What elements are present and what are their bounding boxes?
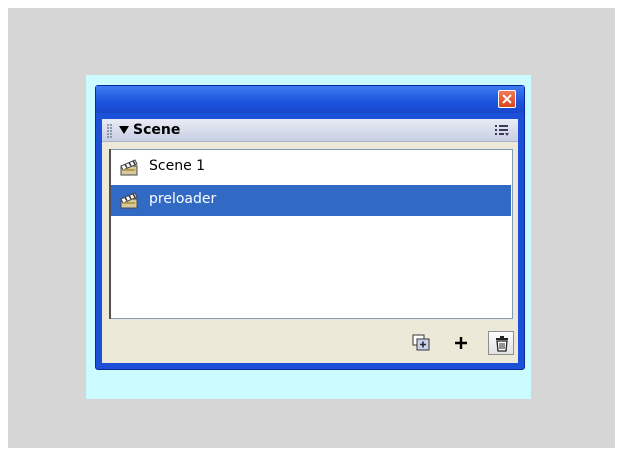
scene-panel-window: Scene Scene 1 preloader <box>95 85 525 370</box>
duplicate-scene-button[interactable] <box>408 331 434 355</box>
panel-toolbar <box>102 323 518 363</box>
panel-options-icon[interactable] <box>494 124 510 137</box>
add-scene-icon <box>455 337 467 349</box>
clapperboard-icon <box>120 159 138 176</box>
add-scene-button[interactable] <box>448 331 474 355</box>
scene-list-item[interactable]: Scene 1 <box>111 152 511 183</box>
duplicate-scene-icon <box>412 334 430 351</box>
window-titlebar[interactable] <box>96 86 524 113</box>
scene-label: Scene 1 <box>149 158 206 174</box>
scene-label: preloader <box>149 191 217 207</box>
close-icon <box>502 94 512 104</box>
collapse-arrow-icon[interactable] <box>119 126 129 134</box>
delete-scene-button[interactable] <box>488 331 514 355</box>
scene-list[interactable]: Scene 1 preloader <box>109 149 513 319</box>
delete-scene-icon <box>496 336 508 352</box>
panel-header[interactable]: Scene <box>102 119 518 142</box>
scene-list-item-selected[interactable]: preloader <box>111 185 511 216</box>
list-left-edge <box>109 149 111 319</box>
close-button[interactable] <box>498 90 516 108</box>
clapperboard-icon <box>120 192 138 209</box>
drag-grip-icon[interactable] <box>107 124 113 138</box>
panel-title: Scene <box>133 122 181 138</box>
scene-panel: Scene Scene 1 preloader <box>102 119 518 363</box>
